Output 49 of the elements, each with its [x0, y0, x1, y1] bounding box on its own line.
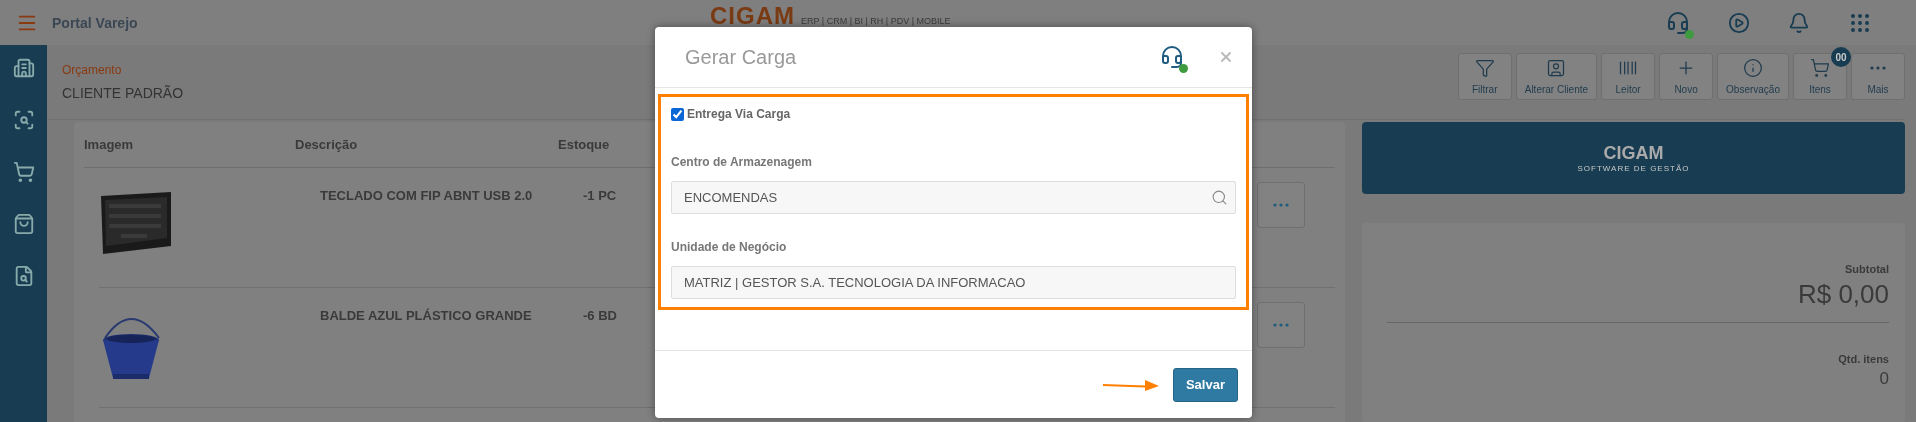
more-icon [1273, 323, 1289, 327]
count-badge: 00 [1831, 47, 1851, 67]
play-icon[interactable] [1728, 11, 1750, 34]
table-cell: -1 PC [583, 188, 617, 203]
toolbar-button[interactable]: Alterar Cliente [1515, 53, 1598, 100]
toolbar-button[interactable]: Filtrar [1457, 53, 1512, 100]
toolbar-button[interactable]: Observação [1717, 53, 1789, 100]
scan-search-icon[interactable] [12, 109, 35, 131]
table-cell: -6 BD [583, 308, 617, 323]
column-header: Estoque [558, 137, 611, 152]
save-button[interactable]: Salvar [1172, 367, 1238, 402]
logo: CIGAM [1603, 143, 1664, 164]
column-header: Descrição [295, 137, 359, 152]
building-icon[interactable] [12, 57, 35, 79]
breadcrumb[interactable]: Orçamento [62, 63, 184, 77]
field-label: Unidade de Negócio [671, 240, 788, 254]
customer-name: CLIENTE PADRÃO [62, 85, 184, 101]
more-icon [1870, 66, 1886, 70]
input-field[interactable]: ENCOMENDAS [671, 181, 1236, 214]
more-icon [1273, 203, 1289, 207]
cart-icon[interactable] [12, 161, 35, 183]
subtotal-value: R$ 0,00 [1797, 279, 1889, 310]
bag-icon[interactable] [12, 213, 35, 235]
info-icon [1743, 58, 1764, 78]
toolbar-button[interactable]: Mais [1851, 53, 1905, 100]
toolbar-button[interactable]: Leitor [1601, 53, 1656, 100]
close-button[interactable] [1218, 49, 1234, 65]
input-field[interactable]: MATRIZ | GESTOR S.A. TECNOLOGIA DA INFORMACAO [671, 266, 1236, 299]
field-label: Centro de Armazenagem [671, 155, 813, 169]
search-icon[interactable] [1211, 189, 1228, 206]
logo: CIGAM [710, 5, 795, 27]
dialog-title: Gerar Carga [685, 45, 797, 69]
user-card-icon [1546, 58, 1567, 78]
table-cell: TECLADO COM FIP ABNT USB 2.0 [320, 188, 533, 203]
filter-icon [1474, 58, 1495, 78]
subtotal-label: Subtotal [1845, 263, 1889, 275]
cart-icon [1810, 58, 1830, 78]
items-label: Qtd. itens [1838, 353, 1889, 365]
table-cell: BALDE AZUL PLÁSTICO GRANDE [320, 308, 532, 323]
toolbar-button[interactable]: Novo [1659, 53, 1714, 100]
logo-tagline: SOFTWARE DE GESTÃO [1577, 164, 1690, 173]
items-value: 0 [1879, 369, 1889, 389]
notification-icon[interactable] [1788, 11, 1810, 34]
column-header: Imagem [84, 137, 135, 152]
logo-subtitle: ERP | CRM | BI | RH | PDV | MOBILE [801, 16, 951, 26]
checkbox-label[interactable]: Entrega Via Carga [671, 107, 1236, 121]
app-title: Portal Varejo [52, 14, 138, 31]
checkbox[interactable] [671, 107, 684, 121]
pointer-arrow [1102, 377, 1159, 392]
